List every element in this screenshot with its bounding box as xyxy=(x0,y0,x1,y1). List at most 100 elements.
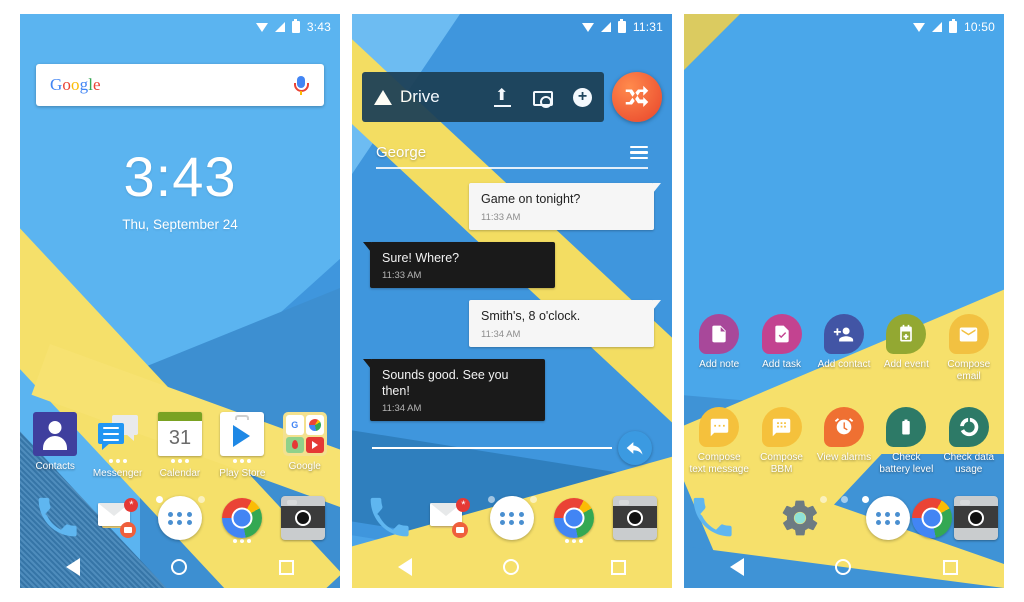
app-drawer-icon[interactable] xyxy=(866,496,910,540)
app-drawer-icon[interactable] xyxy=(157,496,202,540)
message-time: 11:34 AM xyxy=(481,328,521,340)
folder-dots xyxy=(150,459,210,463)
back-icon[interactable] xyxy=(65,558,80,576)
app-label: Messenger xyxy=(92,468,143,479)
app-row: Contacts Messenger 31 Calendar Play Stor… xyxy=(20,412,340,480)
recents-icon[interactable] xyxy=(279,559,295,575)
home-icon[interactable] xyxy=(503,559,520,575)
upload-icon[interactable] xyxy=(493,85,513,107)
home-icon[interactable] xyxy=(171,559,188,575)
message-text: Sure! Where? xyxy=(382,250,460,265)
maps-mini-icon xyxy=(285,436,304,453)
email-icon[interactable]: * xyxy=(96,496,140,540)
shortcut-compose-bbm[interactable]: Compose BBM xyxy=(752,407,812,475)
shortcut-check-data[interactable]: Check data usage xyxy=(939,407,999,475)
message-text: Game on tonight? xyxy=(481,192,581,206)
reply-icon[interactable] xyxy=(618,431,652,466)
message-time: 11:34 AM xyxy=(382,403,422,415)
message-bubble[interactable]: Smith's, 8 o'clock. 11:34 AM xyxy=(469,300,661,347)
app-calendar[interactable]: 31 Calendar xyxy=(150,412,210,480)
shortcut-add-task[interactable]: Add task xyxy=(752,314,812,371)
shortcut-compose-text[interactable]: Compose text message xyxy=(689,407,749,475)
folder-dots xyxy=(552,539,596,543)
message-text: Sounds good. See you then! xyxy=(382,367,509,398)
shortcut-label: Check data usage xyxy=(943,452,995,475)
shortcut-view-alarms[interactable]: View alarms xyxy=(814,407,874,464)
drive-icon xyxy=(374,89,392,105)
phone-icon[interactable] xyxy=(367,496,411,540)
signal-icon xyxy=(600,22,611,32)
message-bubble[interactable]: Game on tonight? 11:33 AM xyxy=(469,183,661,230)
shortcut-add-contact[interactable]: Add contact xyxy=(814,314,874,371)
phone-icon[interactable] xyxy=(690,496,734,540)
folder-dots xyxy=(220,539,264,543)
note-icon xyxy=(699,314,740,354)
home-icon[interactable] xyxy=(835,559,852,575)
shortcut-label: View alarms xyxy=(816,452,872,463)
navigation-bar xyxy=(684,546,1004,588)
status-time: 11:31 xyxy=(632,20,663,34)
clock-widget[interactable]: 3:43 Thu, September 24 xyxy=(20,149,340,233)
shortcut-row-2: Compose text message Compose BBM View al… xyxy=(684,407,1004,475)
google-search-bar[interactable]: Google xyxy=(36,64,324,106)
wifi-icon xyxy=(255,22,268,32)
phone-panel-shortcuts: 10:50 Add note Add task Add contact Add … xyxy=(684,14,1004,588)
back-icon[interactable] xyxy=(729,558,744,576)
drive-title: Drive xyxy=(400,87,440,106)
message-text: Smith's, 8 o'clock. xyxy=(481,309,581,324)
phone-panel-home: 3:43 Google 3:43 Thu, September 24 Conta… xyxy=(20,14,340,588)
battery-icon xyxy=(617,18,626,33)
add-icon[interactable]: + xyxy=(573,87,592,107)
message-bubble[interactable]: Sounds good. See you then! 11:34 AM xyxy=(363,358,545,422)
shortcut-label: Add contact xyxy=(817,359,871,370)
wifi-icon xyxy=(581,22,594,32)
sms-icon xyxy=(699,407,740,447)
message-time: 11:33 AM xyxy=(481,211,521,223)
phone-icon[interactable] xyxy=(35,496,79,540)
drive-widget[interactable]: Drive + xyxy=(362,72,604,122)
camera-icon[interactable] xyxy=(613,496,658,540)
app-play-store[interactable]: Play Store xyxy=(212,412,272,480)
app-messenger[interactable]: Messenger xyxy=(88,412,148,480)
calendar-add-icon xyxy=(886,314,927,354)
messenger-icon xyxy=(96,412,140,456)
chrome-icon[interactable] xyxy=(910,496,954,540)
shortcut-add-note[interactable]: Add note xyxy=(689,314,749,371)
app-contacts[interactable]: Contacts xyxy=(25,412,85,473)
chrome-mini-icon xyxy=(305,415,324,435)
envelope-icon xyxy=(948,314,989,354)
settings-gear-icon[interactable] xyxy=(779,497,821,539)
shortcut-compose-email[interactable]: Compose email xyxy=(939,314,999,382)
navigation-bar xyxy=(352,546,672,588)
shortcut-check-battery[interactable]: Check battery level xyxy=(876,407,936,475)
play-store-icon xyxy=(220,412,265,456)
recents-icon[interactable] xyxy=(611,559,627,575)
folder-google[interactable]: G Google xyxy=(275,412,335,473)
message-bubble[interactable]: Sure! Where? 11:33 AM xyxy=(363,241,555,289)
shortcut-row-1: Add note Add task Add contact Add event xyxy=(684,314,1004,382)
camera-icon[interactable] xyxy=(281,496,326,540)
microphone-icon[interactable] xyxy=(292,74,310,96)
camera-icon[interactable] xyxy=(954,496,998,540)
app-label: Play Store xyxy=(219,468,266,479)
sms-footer xyxy=(370,431,654,466)
status-bar: 11:31 xyxy=(352,14,672,40)
alarm-icon xyxy=(823,407,864,447)
divider xyxy=(376,167,648,169)
email-icon[interactable]: * xyxy=(428,496,472,540)
shuffle-icon[interactable] xyxy=(612,72,662,122)
chrome-icon[interactable] xyxy=(552,496,596,543)
status-bar: 10:50 xyxy=(684,14,1004,40)
back-icon[interactable] xyxy=(397,558,412,576)
recents-icon[interactable] xyxy=(943,559,959,575)
wifi-icon xyxy=(912,22,925,32)
sms-header: George xyxy=(370,144,654,167)
chrome-icon[interactable] xyxy=(220,496,264,543)
app-label: Calendar xyxy=(159,468,201,479)
list-icon[interactable] xyxy=(630,145,648,160)
camera-icon[interactable] xyxy=(533,91,553,108)
shortcut-label: Compose BBM xyxy=(760,452,803,475)
shortcut-add-event[interactable]: Add event xyxy=(876,314,936,371)
app-drawer-icon[interactable] xyxy=(489,496,534,540)
sms-widget[interactable]: George Game on tonight? 11:33 AM Sure! W… xyxy=(363,144,661,466)
